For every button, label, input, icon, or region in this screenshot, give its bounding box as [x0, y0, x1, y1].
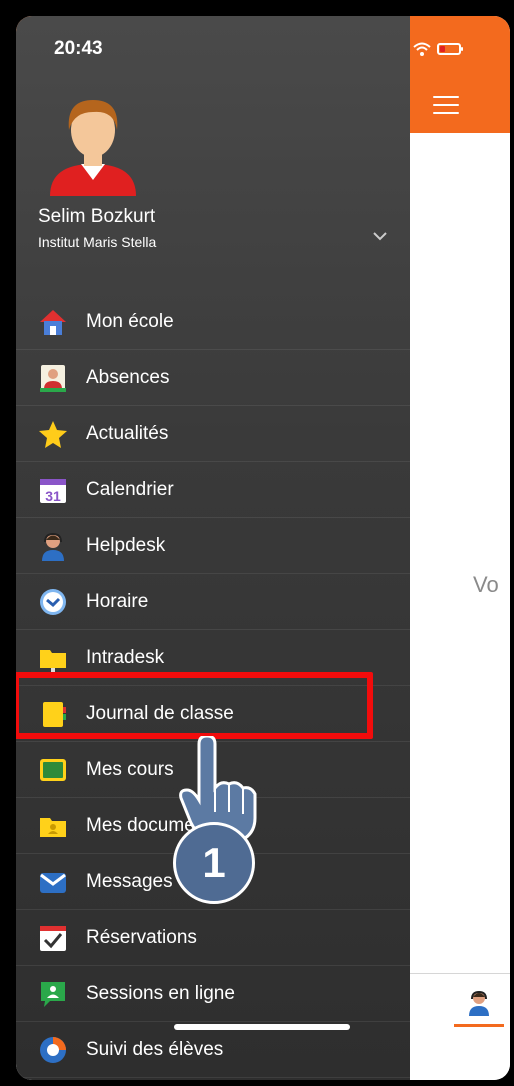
- user-avatar-icon[interactable]: [48, 86, 138, 196]
- step-number-badge: 1: [173, 822, 255, 904]
- reservation-icon: [38, 923, 68, 953]
- menu-item-label: Mes cours: [86, 758, 174, 780]
- menu-item-label: Horaire: [86, 590, 149, 612]
- menu-item-label: Sessions en ligne: [86, 982, 235, 1004]
- home-indicator: [174, 1024, 350, 1030]
- menu-item-label: Suivi des élèves: [86, 1038, 224, 1060]
- calendar-icon: 31: [38, 475, 68, 505]
- menu-item-calendrier[interactable]: 31 Calendrier: [16, 462, 410, 518]
- phone-screen: Vo 20:43 Selim Bozkurt Institut Maris St…: [16, 16, 510, 1080]
- helpdesk-tab-icon: [469, 990, 489, 1016]
- helpdesk-icon: [38, 531, 68, 561]
- menu-item-label: Intradesk: [86, 646, 165, 668]
- bottom-tab-bar: [410, 973, 510, 1080]
- menu-item-absences[interactable]: Absences: [16, 350, 410, 406]
- user-name: Selim Bozkurt: [38, 206, 156, 227]
- battery-icon: [437, 43, 463, 55]
- blackboard-icon: [38, 755, 68, 785]
- folder-icon: [38, 643, 68, 673]
- wifi-icon: [413, 42, 431, 56]
- status-time: 20:43: [54, 38, 103, 59]
- user-school: Institut Maris Stella: [38, 234, 157, 250]
- navigation-drawer: 20:43 Selim Bozkurt Institut Maris Stell…: [16, 16, 410, 1080]
- hamburger-menu-icon[interactable]: [433, 96, 459, 116]
- tracking-icon: [38, 1035, 68, 1065]
- mail-icon: [38, 867, 68, 897]
- chat-icon: [38, 979, 68, 1009]
- menu-item-label: Messages: [86, 870, 173, 892]
- menu-item-label: Actualités: [86, 422, 169, 444]
- highlight-box: [16, 672, 373, 739]
- svg-text:31: 31: [45, 488, 61, 504]
- home-icon: [38, 307, 68, 337]
- menu-item-mon-ecole[interactable]: Mon école: [16, 294, 410, 350]
- menu-item-label: Mon école: [86, 310, 174, 332]
- app-body-text: Vo: [473, 572, 499, 597]
- star-icon: [38, 419, 68, 449]
- absences-icon: [38, 363, 68, 393]
- bottom-tab-helpdesk[interactable]: [454, 988, 504, 1028]
- menu-item-label: Calendrier: [86, 478, 174, 500]
- menu-item-actualites[interactable]: Actualités: [16, 406, 410, 462]
- clock-icon: [38, 587, 68, 617]
- menu-item-label: Absences: [86, 366, 170, 388]
- active-tab-indicator: [454, 1024, 504, 1027]
- menu-item-horaire[interactable]: Horaire: [16, 574, 410, 630]
- menu-item-reservations[interactable]: Réservations: [16, 910, 410, 966]
- documents-folder-icon: [38, 811, 68, 841]
- menu-item-sessions-en-ligne[interactable]: Sessions en ligne: [16, 966, 410, 1022]
- menu-item-label: Réservations: [86, 926, 197, 948]
- menu-item-helpdesk[interactable]: Helpdesk: [16, 518, 410, 574]
- menu-item-label: Helpdesk: [86, 534, 166, 556]
- menu-item-suivi-des-eleves[interactable]: Suivi des élèves: [16, 1022, 410, 1078]
- chevron-down-icon[interactable]: [372, 230, 388, 242]
